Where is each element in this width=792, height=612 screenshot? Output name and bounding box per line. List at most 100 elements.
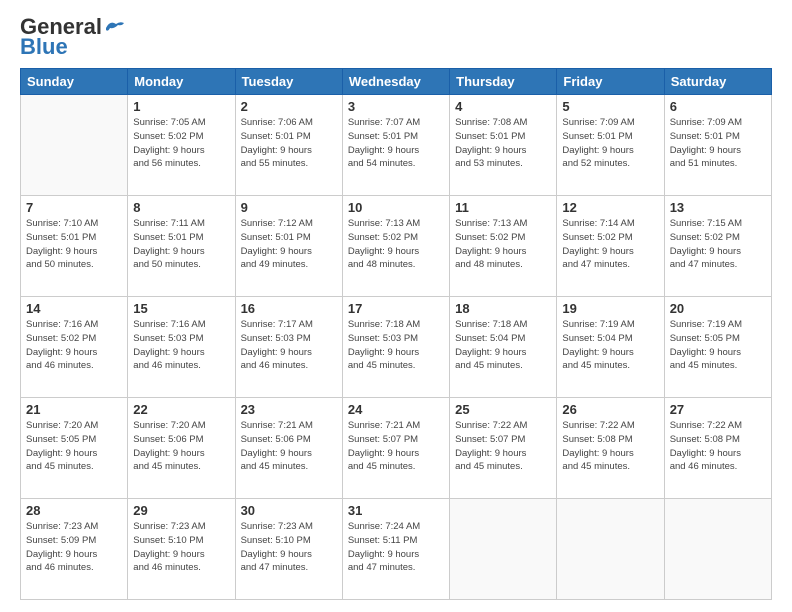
daylight-text: Daylight: 9 hours [241,548,337,562]
table-row: 25 Sunrise: 7:22 AMSunset: 5:07 PMDayligh… [450,398,557,499]
table-row [450,499,557,600]
table-row: 16Sunrise: 7:17 AMSunset: 5:03 PMDayligh… [235,297,342,398]
sunrise-text: Sunrise: 7:09 AM [670,116,766,130]
day-info: Sunrise: 7:09 AMSunset: 5:01 PMDaylight:… [670,116,766,171]
day-number: 16 [241,301,337,316]
daylight-text: Daylight: 9 hours [26,447,122,461]
sunrise-text: Sunrise: 7:05 AM [133,116,229,130]
daylight-text-2: and 47 minutes. [562,258,658,272]
day-number: 15 [133,301,229,316]
sunrise-text: Sunrise: 7:21 AM [241,419,337,433]
logo: General Blue [20,16,126,60]
calendar-header-row: Sunday Monday Tuesday Wednesday Thursday… [21,69,772,95]
daylight-text: Daylight: 9 hours [455,447,551,461]
day-number: 23 [241,402,337,417]
day-number: 26 [562,402,658,417]
day-number: 21 [26,402,122,417]
day-number: 9 [241,200,337,215]
daylight-text-2: and 47 minutes. [241,561,337,575]
day-number: 22 [133,402,229,417]
day-info: Sunrise: 7:23 AMSunset: 5:10 PMDaylight:… [133,520,229,575]
sunset-text: Sunset: 5:05 PM [670,332,766,346]
table-row: 10Sunrise: 7:13 AMSunset: 5:02 PMDayligh… [342,196,449,297]
daylight-text: Daylight: 9 hours [348,548,444,562]
day-info: Sunrise: 7:16 AMSunset: 5:03 PMDaylight:… [133,318,229,373]
calendar-week-row: 1Sunrise: 7:05 AMSunset: 5:02 PMDaylight… [21,95,772,196]
table-row: 12Sunrise: 7:14 AMSunset: 5:02 PMDayligh… [557,196,664,297]
sunset-text: Sunset: 5:10 PM [133,534,229,548]
table-row: 22Sunrise: 7:20 AMSunset: 5:06 PMDayligh… [128,398,235,499]
sunset-text: Sunset: 5:07 PM [348,433,444,447]
table-row: 31Sunrise: 7:24 AMSunset: 5:11 PMDayligh… [342,499,449,600]
sunrise-text: Sunrise: 7:13 AM [455,217,551,231]
sunset-text: Sunset: 5:11 PM [348,534,444,548]
daylight-text-2: and 54 minutes. [348,157,444,171]
sunrise-text: Sunrise: 7:22 AM [562,419,658,433]
sunset-text: Sunset: 5:08 PM [670,433,766,447]
table-row: 27Sunrise: 7:22 AMSunset: 5:08 PMDayligh… [664,398,771,499]
sunset-text: Sunset: 5:02 PM [455,231,551,245]
day-info: Sunrise: 7:06 AMSunset: 5:01 PMDaylight:… [241,116,337,171]
table-row: 9Sunrise: 7:12 AMSunset: 5:01 PMDaylight… [235,196,342,297]
daylight-text-2: and 48 minutes. [348,258,444,272]
col-thursday: Thursday [450,69,557,95]
sunrise-text: Sunrise: 7:21 AM [348,419,444,433]
daylight-text: Daylight: 9 hours [670,245,766,259]
sunset-text: Sunset: 5:06 PM [241,433,337,447]
day-number: 4 [455,99,551,114]
table-row: 11 Sunrise: 7:13 AMSunset: 5:02 PMDayligh… [450,196,557,297]
sunset-text: Sunset: 5:04 PM [562,332,658,346]
daylight-text: Daylight: 9 hours [241,144,337,158]
day-info: Sunrise: 7:23 AMSunset: 5:09 PMDaylight:… [26,520,122,575]
sunrise-text: Sunrise: 7:07 AM [348,116,444,130]
daylight-text-2: and 47 minutes. [670,258,766,272]
table-row [557,499,664,600]
daylight-text-2: and 45 minutes. [348,460,444,474]
day-info: Sunrise: 7:07 AMSunset: 5:01 PMDaylight:… [348,116,444,171]
table-row: 30Sunrise: 7:23 AMSunset: 5:10 PMDayligh… [235,499,342,600]
day-info: Sunrise: 7:22 AMSunset: 5:07 PMDaylight:… [455,419,551,474]
sunset-text: Sunset: 5:03 PM [348,332,444,346]
day-info: Sunrise: 7:19 AMSunset: 5:05 PMDaylight:… [670,318,766,373]
daylight-text: Daylight: 9 hours [455,144,551,158]
sunrise-text: Sunrise: 7:23 AM [133,520,229,534]
sunset-text: Sunset: 5:09 PM [26,534,122,548]
daylight-text: Daylight: 9 hours [670,447,766,461]
calendar-week-row: 14Sunrise: 7:16 AMSunset: 5:02 PMDayligh… [21,297,772,398]
daylight-text-2: and 46 minutes. [133,561,229,575]
sunset-text: Sunset: 5:03 PM [133,332,229,346]
daylight-text: Daylight: 9 hours [241,447,337,461]
day-info: Sunrise: 7:21 AMSunset: 5:07 PMDaylight:… [348,419,444,474]
sunset-text: Sunset: 5:02 PM [133,130,229,144]
sunset-text: Sunset: 5:02 PM [562,231,658,245]
daylight-text: Daylight: 9 hours [26,548,122,562]
day-info: Sunrise: 7:21 AMSunset: 5:06 PMDaylight:… [241,419,337,474]
daylight-text: Daylight: 9 hours [26,346,122,360]
daylight-text-2: and 53 minutes. [455,157,551,171]
day-number: 11 [455,200,551,215]
day-info: Sunrise: 7:13 AMSunset: 5:02 PMDaylight:… [455,217,551,272]
daylight-text-2: and 45 minutes. [133,460,229,474]
header: General Blue [20,16,772,60]
daylight-text: Daylight: 9 hours [562,346,658,360]
col-wednesday: Wednesday [342,69,449,95]
day-info: Sunrise: 7:20 AMSunset: 5:05 PMDaylight:… [26,419,122,474]
daylight-text: Daylight: 9 hours [348,245,444,259]
day-number: 10 [348,200,444,215]
table-row: 21 Sunrise: 7:20 AMSunset: 5:05 PMDayligh… [21,398,128,499]
table-row: 2Sunrise: 7:06 AMSunset: 5:01 PMDaylight… [235,95,342,196]
day-info: Sunrise: 7:16 AMSunset: 5:02 PMDaylight:… [26,318,122,373]
sunrise-text: Sunrise: 7:23 AM [26,520,122,534]
table-row: 6Sunrise: 7:09 AMSunset: 5:01 PMDaylight… [664,95,771,196]
table-row: 8Sunrise: 7:11 AMSunset: 5:01 PMDaylight… [128,196,235,297]
daylight-text-2: and 45 minutes. [562,359,658,373]
calendar-week-row: 21 Sunrise: 7:20 AMSunset: 5:05 PMDayligh… [21,398,772,499]
daylight-text: Daylight: 9 hours [562,245,658,259]
sunset-text: Sunset: 5:05 PM [26,433,122,447]
day-number: 30 [241,503,337,518]
sunrise-text: Sunrise: 7:18 AM [455,318,551,332]
day-number: 25 [455,402,551,417]
table-row: 15 Sunrise: 7:16 AMSunset: 5:03 PMDayligh… [128,297,235,398]
col-tuesday: Tuesday [235,69,342,95]
table-row: 29Sunrise: 7:23 AMSunset: 5:10 PMDayligh… [128,499,235,600]
